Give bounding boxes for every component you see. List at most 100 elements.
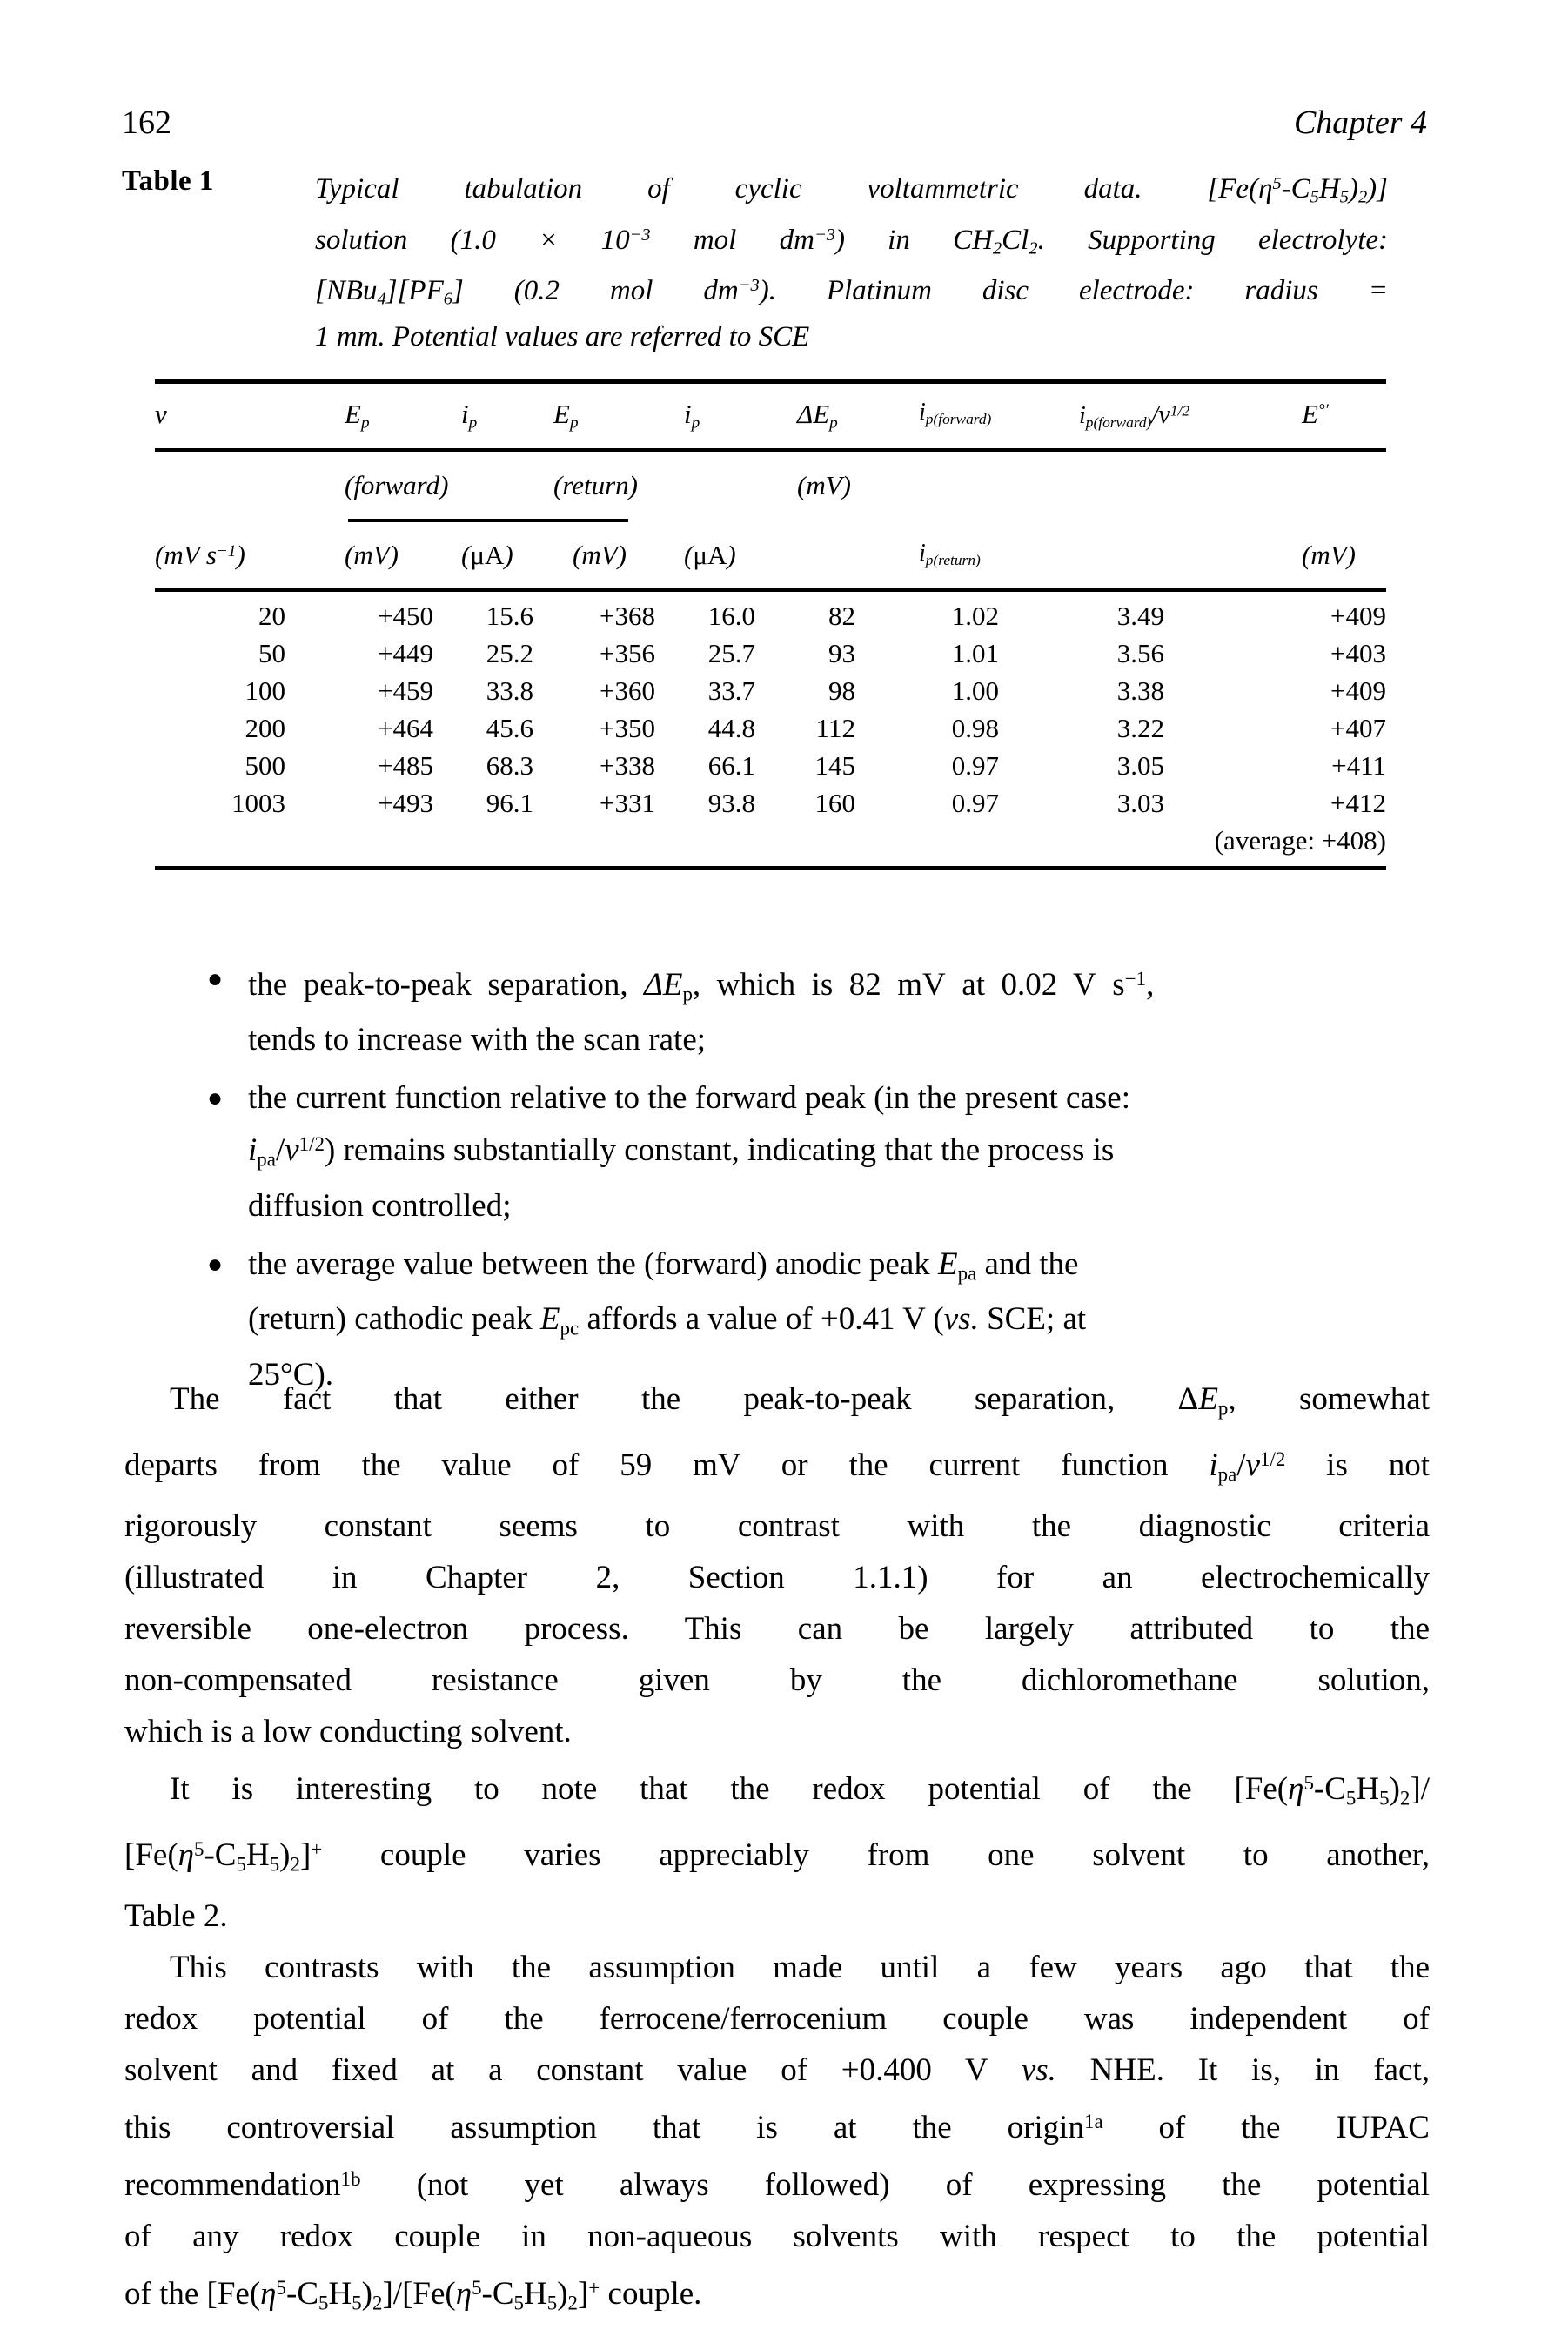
header-current-function: ip(forward)/v1/2 xyxy=(1079,399,1190,431)
unit-ip-return: (μA) xyxy=(684,540,736,570)
text-line: this controversial assumption that is at… xyxy=(124,2109,1430,2145)
cell-ip-ratio: 1.00 xyxy=(951,675,999,706)
unit-scan-rate: (mV s−1) xyxy=(155,540,245,570)
cell-ip-return: 25.7 xyxy=(707,638,755,668)
bullet-item-2: ● the current function relative to the f… xyxy=(200,1075,1418,1228)
bullet-line: diffusion controlled; xyxy=(248,1187,512,1224)
caption-line-3: [NBu4][PF6] (0.2 mol dm−3). Platinum dis… xyxy=(315,274,1388,309)
cell-e-standard: +411 xyxy=(1331,750,1386,781)
cell-scan-rate: 50 xyxy=(258,638,285,668)
bullet-dot-icon: ● xyxy=(207,1084,224,1113)
bullet-line: the peak-to-peak separation, ΔEp, which … xyxy=(248,967,1155,1005)
text-line: It is interesting to note that the redox… xyxy=(170,1770,1430,1810)
cell-e-standard: +409 xyxy=(1330,675,1386,706)
bullet-list: ● the peak-to-peak separation, ΔEp, whic… xyxy=(200,956,1418,1410)
text-line: (illustrated in Chapter 2, Section 1.1.1… xyxy=(124,1559,1430,1595)
cell-ep-forward: +485 xyxy=(378,750,433,781)
cell-scan-rate: 100 xyxy=(245,675,286,706)
unit-e-standard: (mV) xyxy=(1302,540,1356,570)
cell-e-standard: +409 xyxy=(1330,601,1386,631)
text-line: [Fe(η5-C5H5)2]+ couple varies appreciabl… xyxy=(124,1837,1430,1876)
text-line: solvent and fixed at a constant value of… xyxy=(124,2051,1431,2088)
text-line: rigorously constant seems to contrast wi… xyxy=(124,1507,1430,1544)
cell-ep-forward: +459 xyxy=(378,675,433,706)
cell-ep-forward: +493 xyxy=(378,788,433,818)
cell-scan-rate: 200 xyxy=(245,713,286,743)
cell-ep-forward: +450 xyxy=(378,601,433,631)
cell-delta-ep: 160 xyxy=(814,788,856,818)
header-ip-return-denominator: ip(return) xyxy=(919,540,981,568)
table-caption-text: Typical tabulation of cyclic voltammetri… xyxy=(315,165,1388,356)
cell-ip-ratio: 0.98 xyxy=(951,713,999,743)
text-line: non-compensated resistance given by the … xyxy=(124,1662,1430,1698)
cell-e-standard: +412 xyxy=(1330,788,1386,818)
table-rule-top xyxy=(155,379,1386,384)
table-rule-under-head3 xyxy=(155,588,1386,592)
text-line: recommendation1b (not yet always followe… xyxy=(124,2166,1430,2203)
bullet-dot-icon: ● xyxy=(207,964,224,993)
header-v: v xyxy=(155,399,167,429)
table-rule-group-span xyxy=(348,519,628,522)
cell-ip-return: 16.0 xyxy=(707,601,755,631)
cell-ip-ratio: 1.02 xyxy=(951,601,999,631)
bullet-line: the current function relative to the for… xyxy=(248,1080,1130,1117)
unit-ep-forward: (mV) xyxy=(345,540,399,570)
text-line: departs from the value of 59 mV or the c… xyxy=(124,1447,1430,1486)
cell-ip-ratio: 0.97 xyxy=(951,750,999,781)
cell-ip-ratio: 0.97 xyxy=(951,788,999,818)
header-ep-return: Ep xyxy=(553,399,579,433)
cell-ip-forward: 33.8 xyxy=(486,675,533,706)
text-line: redox potential of the ferrocene/ferroce… xyxy=(124,2000,1430,2037)
paragraph-3: This contrasts with the assumption made … xyxy=(124,1942,1430,2328)
text-line: The fact that either the peak-to-peak se… xyxy=(170,1381,1430,1420)
header-delta-ep: ΔEp xyxy=(797,399,838,433)
text-line: of the [Fe(η5-C5H5)2]/[Fe(η5-C5H5)2]+ co… xyxy=(124,2275,702,2314)
cell-scan-rate: 1003 xyxy=(231,788,285,818)
page-number: 162 xyxy=(122,104,171,141)
cell-current-fn: 3.05 xyxy=(1116,750,1164,781)
cell-e-standard: +403 xyxy=(1330,638,1386,668)
header-ip-return: ip xyxy=(684,399,700,433)
header-ep-forward: Ep xyxy=(345,399,370,433)
running-head: 162 Chapter 4 xyxy=(122,103,1427,143)
cell-current-fn: 3.49 xyxy=(1116,601,1164,631)
cell-scan-rate: 500 xyxy=(245,750,286,781)
cell-ep-return: +350 xyxy=(600,713,655,743)
header-forward-group: (forward) xyxy=(345,470,449,500)
cell-ip-ratio: 1.01 xyxy=(951,638,999,668)
bullet-line: the average value between the (forward) … xyxy=(248,1246,1079,1285)
body-text: The fact that either the peak-to-peak se… xyxy=(124,1373,1430,2328)
caption-line-4: 1 mm. Potential values are referred to S… xyxy=(315,320,810,352)
table-caption-label: Table 1 xyxy=(122,165,214,197)
cell-ep-forward: +449 xyxy=(378,638,433,668)
header-delta-ep-unit: (mV) xyxy=(797,470,851,500)
text-line: This contrasts with the assumption made … xyxy=(170,1949,1430,1985)
bullet-item-1: ● the peak-to-peak separation, ΔEp, whic… xyxy=(200,956,1418,1063)
table-body: 20 +450 15.6 +368 16.0 82 1.02 3.49 +409… xyxy=(155,601,1386,856)
bullet-line: tends to increase with the scan rate; xyxy=(248,1022,707,1058)
document-page: 162 Chapter 4 Table 1 Typical tabulation… xyxy=(0,0,1568,2350)
cell-delta-ep: 112 xyxy=(815,713,855,743)
unit-ip-forward: (μA) xyxy=(461,540,513,570)
cell-ip-forward: 96.1 xyxy=(486,788,533,818)
caption-line-2: solution (1.0 × 10−3 mol dm−3) in CH2Cl2… xyxy=(315,224,1389,258)
cell-ip-forward: 45.6 xyxy=(486,713,533,743)
caption-line-1: Typical tabulation of cyclic voltammetri… xyxy=(315,172,1388,207)
cell-ep-return: +368 xyxy=(600,601,655,631)
table-rule-under-head1 xyxy=(155,448,1386,452)
cell-ep-return: +331 xyxy=(600,788,655,818)
header-e-standard: E°′ xyxy=(1302,399,1329,429)
header-return-group: (return) xyxy=(553,470,638,500)
bullet-dot-icon: ● xyxy=(207,1249,224,1279)
chapter-label: Chapter 4 xyxy=(1293,104,1427,141)
cell-ip-return: 66.1 xyxy=(707,750,755,781)
header-ip-forward: ip xyxy=(461,399,478,433)
cell-ep-return: +356 xyxy=(600,638,655,668)
cell-ep-return: +338 xyxy=(600,750,655,781)
cell-ip-return: 44.8 xyxy=(707,713,755,743)
cell-scan-rate: 20 xyxy=(258,601,285,631)
table-caption: Table 1 Typical tabulation of cyclic vol… xyxy=(122,165,1388,356)
text-line: of any redox couple in non-aqueous solve… xyxy=(124,2218,1430,2254)
paragraph-2: It is interesting to note that the redox… xyxy=(124,1757,1430,1942)
cell-current-fn: 3.38 xyxy=(1116,675,1164,706)
